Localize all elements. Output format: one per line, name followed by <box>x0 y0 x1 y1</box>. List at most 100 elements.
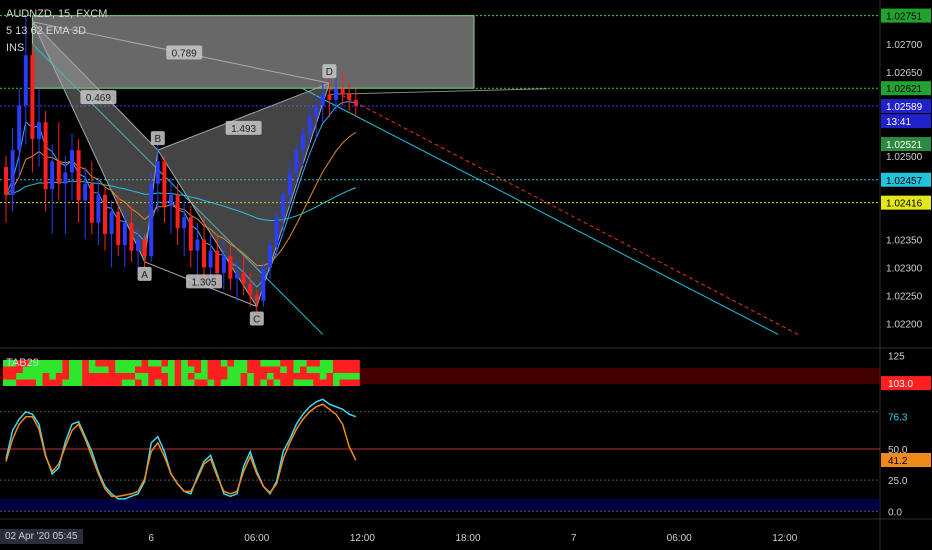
osc-heat-cell <box>187 360 195 367</box>
osc-heat-cell <box>333 373 340 380</box>
osc-heat-cell <box>240 366 248 373</box>
osc-heat-cell <box>227 373 235 380</box>
candle-body <box>221 256 226 273</box>
osc-heat-cell <box>214 366 222 373</box>
price-tick-label: 1.02250 <box>886 291 923 302</box>
osc-heat-cell <box>346 373 354 380</box>
osc-heat-cell <box>326 379 334 386</box>
candle-body <box>340 88 345 95</box>
candle-body <box>70 150 74 173</box>
date-badge: 02 Apr '20 05:45 <box>0 529 83 544</box>
osc-heat-cell <box>247 366 255 373</box>
osc-heat-cell <box>82 366 90 373</box>
mode-label: INS <box>6 42 25 54</box>
osc-heat-cell <box>306 366 314 373</box>
osc-heat-cell <box>253 366 261 373</box>
osc-heat-cell <box>49 366 57 373</box>
osc-heat-cell <box>306 360 314 367</box>
osc-heat-cell <box>42 360 50 367</box>
osc-heat-cell <box>201 379 208 386</box>
osc-heat-cell <box>174 360 182 367</box>
price-tick-label: 1.02350 <box>886 236 923 247</box>
osc-heat-cell <box>55 366 63 373</box>
osc-heat-cell <box>135 360 142 367</box>
osc-heat-cell <box>154 379 162 386</box>
price-tag-label: 1.02521 <box>886 140 923 151</box>
candle-body <box>142 239 147 257</box>
oscillator-pane[interactable] <box>0 360 880 512</box>
osc-heat-cell <box>234 366 241 373</box>
osc-bottom-band <box>0 498 880 512</box>
chart-title: AUDNZD, 15, FXCM <box>6 8 108 20</box>
osc-heat-cell <box>300 373 307 380</box>
osc-heat-cell <box>286 373 294 380</box>
osc-heat-cell <box>102 379 109 386</box>
osc-heat-cell <box>161 379 169 386</box>
osc-heat-cell <box>121 373 129 380</box>
candle-body <box>301 133 305 151</box>
osc-heat-cell <box>161 366 169 373</box>
osc-heat-cell <box>9 373 17 380</box>
osc-heat-cell <box>102 360 109 367</box>
osc-heat-cell <box>260 366 268 373</box>
pattern-ratio-text: 0.789 <box>172 48 197 59</box>
osc-heat-cell <box>333 366 340 373</box>
osc-heat-cell <box>128 373 136 380</box>
osc-heat-cell <box>201 360 208 367</box>
osc-heat-cell <box>227 379 235 386</box>
osc-heat-cell <box>55 373 63 380</box>
pattern-ratio: 0.789 <box>166 45 203 60</box>
osc-heat-cell <box>313 366 321 373</box>
osc-heat-cell <box>95 379 103 386</box>
oscillator-axis[interactable]: 12550.025.00.0103.076.341.2 <box>881 352 931 519</box>
osc-heat-cell <box>95 373 103 380</box>
candle-body <box>169 194 173 206</box>
osc-heat-cell <box>69 373 76 380</box>
osc-heat-cell <box>36 379 43 386</box>
osc-tick-label: 0.0 <box>888 507 902 518</box>
osc-heat-cell <box>346 360 354 367</box>
osc-heat-cell <box>181 373 189 380</box>
time-axis[interactable]: 6 06:00 12:00 18:00 7 06:00 12:00 <box>148 533 797 544</box>
candle-body <box>76 150 81 201</box>
price-tag-label: 1.02589 <box>886 102 923 113</box>
osc-heat-cell <box>313 373 321 380</box>
candle-body <box>96 194 101 223</box>
pattern-ratio-text: 1.305 <box>191 277 216 288</box>
osc-heat-cell <box>181 366 189 373</box>
osc-heat-cell <box>102 373 109 380</box>
osc-heat-cell <box>207 379 215 386</box>
pattern-point-c: C <box>249 311 264 326</box>
osc-heat-cell <box>141 360 149 367</box>
pattern-point-d-text: D <box>326 67 333 78</box>
osc-tick-label: 125 <box>888 352 905 363</box>
chart-canvas[interactable]: ABCD0.7890.4691.4931.305 1.027001.026501… <box>0 0 932 550</box>
osc-heat-cell <box>121 366 129 373</box>
candle-body <box>195 239 200 251</box>
osc-heat-cell <box>168 373 175 380</box>
osc-heat-cell <box>82 373 90 380</box>
osc-heat-cell <box>286 360 294 367</box>
osc-series-1 <box>5 403 357 498</box>
osc-heat-cell <box>247 360 255 367</box>
osc-heat-cell <box>42 366 50 373</box>
osc-heat-cell <box>227 360 235 367</box>
osc-heat-cell <box>121 360 129 367</box>
price-axis[interactable]: 1.02700 1.02650 1.02500 1.02350 1.02300 1.022… <box>881 8 931 331</box>
osc-heat-cell <box>220 360 228 367</box>
price-tag-label: 1.02416 <box>886 199 923 210</box>
osc-heat-cell <box>49 379 57 386</box>
osc-heat-cell <box>220 366 228 373</box>
ratio-line <box>329 88 548 95</box>
pattern-ratio-text: 1.493 <box>231 124 256 135</box>
candle-body <box>254 295 259 301</box>
osc-heat-cell <box>115 366 123 373</box>
osc-heat-cell <box>293 373 301 380</box>
osc-heat-cell <box>141 366 149 373</box>
candle-body <box>334 88 338 100</box>
osc-heat-cell <box>240 373 248 380</box>
osc-heat-cell <box>108 373 116 380</box>
osc-heat-cell <box>75 379 83 386</box>
candle-body <box>235 273 239 279</box>
osc-heat-cell <box>253 360 261 367</box>
